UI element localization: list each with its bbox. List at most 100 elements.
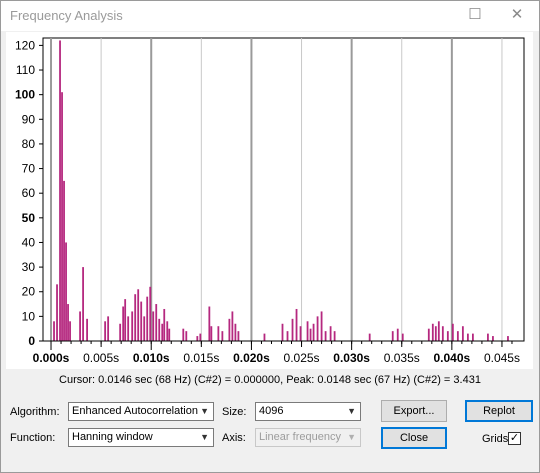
data-bar xyxy=(166,321,169,341)
y-tick-label: 120 xyxy=(15,38,35,52)
algorithm-select[interactable]: Enhanced Autocorrelation ▼ xyxy=(68,402,214,421)
data-bar xyxy=(234,323,237,341)
data-bar xyxy=(217,326,220,341)
data-bar xyxy=(155,304,158,341)
y-tick-label: 50 xyxy=(22,211,36,225)
close-button[interactable]: Close xyxy=(381,427,447,449)
x-tick-label: 0.030s xyxy=(333,351,370,365)
y-tick-label: 10 xyxy=(22,309,36,323)
x-tick-label: 0.045s xyxy=(484,351,520,365)
x-tick-label: 0.040s xyxy=(433,351,470,365)
function-value: Hanning window xyxy=(72,431,153,443)
data-bar xyxy=(263,333,266,341)
x-tick-label: 0.015s xyxy=(183,351,219,365)
data-bar xyxy=(396,328,399,341)
frequency-analysis-window: Frequency Analysis ☐ ✕ 0.000s 0.005s 0.010… xyxy=(0,0,540,473)
data-bar xyxy=(333,331,336,341)
data-bar xyxy=(329,326,332,341)
size-label: Size: xyxy=(222,406,247,418)
data-bar xyxy=(59,40,61,342)
data-bar xyxy=(168,328,171,341)
data-bar xyxy=(196,336,199,341)
data-bar xyxy=(299,326,302,341)
data-bar xyxy=(104,321,107,341)
data-bar xyxy=(441,326,444,341)
data-bar xyxy=(237,331,240,341)
data-bar xyxy=(122,306,125,341)
data-bar xyxy=(185,331,188,341)
title-bar: Frequency Analysis ☐ ✕ xyxy=(1,1,539,31)
data-bar xyxy=(221,331,224,341)
x-tick-label: 0.025s xyxy=(284,351,320,365)
chevron-down-icon: ▼ xyxy=(347,406,356,416)
data-bar xyxy=(427,328,430,341)
replot-button[interactable]: Replot xyxy=(465,400,533,422)
data-bar xyxy=(324,331,327,341)
chevron-down-icon: ▼ xyxy=(200,432,209,442)
algorithm-label: Algorithm: xyxy=(10,406,60,418)
close-icon[interactable]: ✕ xyxy=(497,1,537,31)
axis-select[interactable]: Linear frequency ▼ xyxy=(255,428,361,447)
data-bar xyxy=(401,333,404,341)
data-bar xyxy=(507,336,509,341)
y-tick-label: 20 xyxy=(22,285,36,299)
data-bar xyxy=(127,316,130,341)
y-tick-label: 60 xyxy=(22,186,36,200)
data-bar xyxy=(134,294,137,341)
y-tick-label: 30 xyxy=(22,260,36,274)
data-bar xyxy=(79,311,81,341)
data-bar xyxy=(199,333,202,341)
data-bar xyxy=(124,299,127,341)
export-button[interactable]: Export... xyxy=(381,400,447,422)
data-bar xyxy=(82,267,84,341)
y-tick-label: 110 xyxy=(16,63,35,77)
chevron-down-icon: ▼ xyxy=(200,406,209,416)
data-bar xyxy=(158,318,161,341)
data-bar xyxy=(69,321,71,341)
data-bar xyxy=(456,331,459,341)
data-bar xyxy=(56,284,58,341)
cursor-peak-status: Cursor: 0.0146 sec (68 Hz) (C#2) = 0.000… xyxy=(59,374,481,386)
data-bar xyxy=(281,323,284,341)
data-bar xyxy=(461,326,464,341)
data-bar xyxy=(149,286,152,341)
data-bar xyxy=(53,321,55,341)
y-tick-label: 100 xyxy=(15,88,35,102)
data-bar xyxy=(163,308,166,341)
data-bar xyxy=(434,326,437,341)
data-bar xyxy=(368,333,371,341)
data-bar xyxy=(228,318,231,341)
x-tick-label: 0.020s xyxy=(233,351,270,365)
function-select[interactable]: Hanning window ▼ xyxy=(68,428,214,447)
size-select[interactable]: 4096 ▼ xyxy=(255,402,361,421)
chevron-down-icon: ▼ xyxy=(347,432,356,442)
x-tick-label: 0.005s xyxy=(83,351,119,365)
frequency-plot[interactable]: 0.000s 0.005s 0.010s 0.015s 0.020s 0.025s 0.03… xyxy=(6,32,533,369)
data-bar xyxy=(391,331,394,341)
data-bar xyxy=(63,180,65,341)
x-tick-label: 0.035s xyxy=(384,351,420,365)
window-title: Frequency Analysis xyxy=(10,8,123,23)
x-tick-label: 0.000s xyxy=(33,351,70,365)
x-tick-label: 0.010s xyxy=(133,351,170,365)
grids-checkbox[interactable]: ✓ xyxy=(508,432,521,445)
maximize-icon[interactable]: ☐ xyxy=(455,1,495,31)
data-bar xyxy=(446,331,449,341)
data-bar xyxy=(316,316,319,341)
data-bar xyxy=(451,323,454,341)
data-bar xyxy=(306,321,309,341)
data-bar xyxy=(231,311,234,341)
data-bar xyxy=(161,323,164,341)
data-bar xyxy=(137,289,140,341)
data-bar xyxy=(431,323,434,341)
data-bar xyxy=(182,328,185,341)
data-bar xyxy=(140,301,143,341)
data-bar xyxy=(67,304,69,341)
data-bar xyxy=(291,318,294,341)
data-bar xyxy=(152,311,155,341)
data-bar xyxy=(210,326,213,341)
data-bar xyxy=(437,321,440,341)
data-bar xyxy=(65,242,67,341)
axis-label: Axis: xyxy=(222,432,246,444)
chart-svg: 0.000s 0.005s 0.010s 0.015s 0.020s 0.025s 0.03… xyxy=(15,37,525,365)
